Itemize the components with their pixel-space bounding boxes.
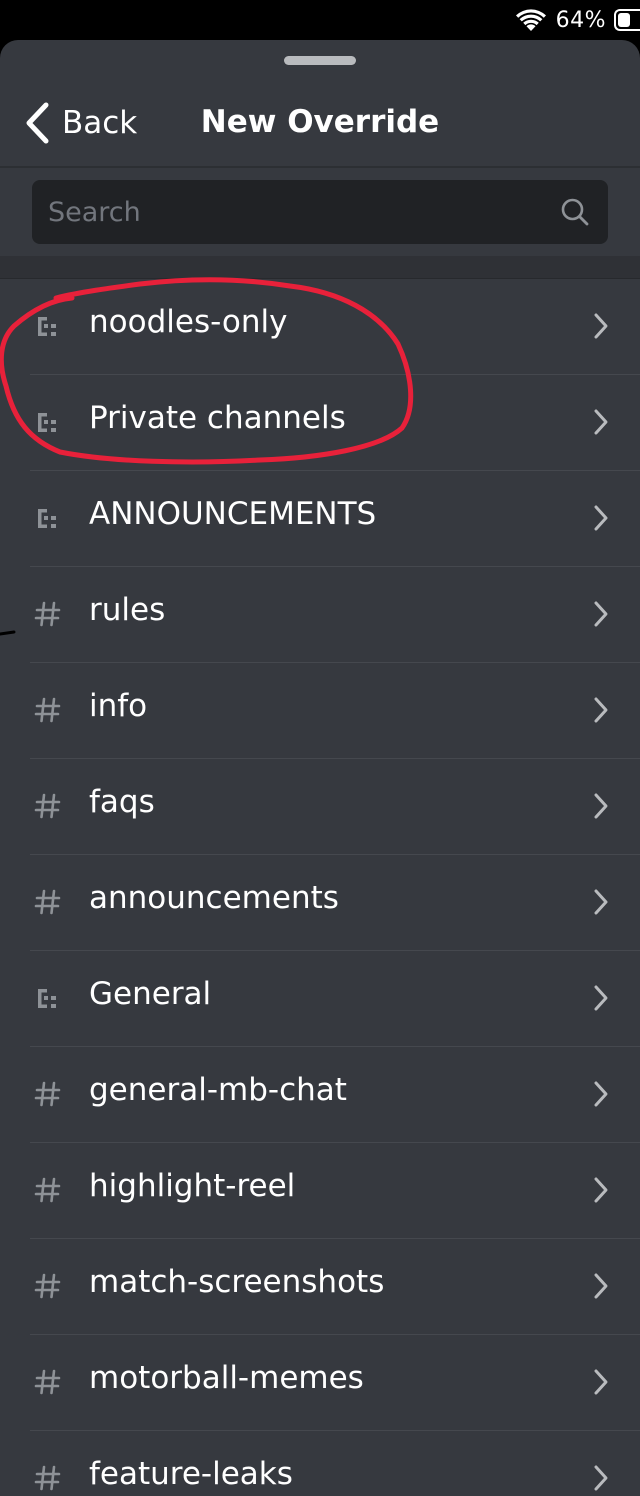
chevron-right-icon [594,1177,608,1203]
channel-row[interactable]: feature-leaks [0,1430,640,1496]
hash-icon [34,1177,61,1203]
chevron-right-icon [594,313,608,339]
chevron-right-icon [594,1465,608,1491]
row-label: noodles-only [89,304,288,340]
channel-row[interactable]: motorball-memes [0,1334,640,1431]
row-label: highlight-reel [89,1168,296,1204]
category-icon [38,317,56,336]
row-label: announcements [89,880,339,916]
chevron-right-icon [594,697,608,723]
page-title: New Override [200,104,440,140]
battery-percent: 64% [555,7,606,33]
chevron-right-icon [594,601,608,627]
hash-icon [34,697,61,723]
status-bar: 64% [0,0,640,40]
hash-icon [34,1273,61,1299]
channel-row[interactable]: highlight-reel [0,1142,640,1239]
channel-list: noodles-only Private channels ANNOUNCEMENT… [0,278,640,1496]
wifi-icon [515,9,546,31]
hash-icon [34,793,61,819]
hash-icon [34,601,61,627]
chevron-right-icon [594,1273,608,1299]
category-row[interactable]: General [0,950,640,1047]
row-label: faqs [89,784,155,820]
category-row[interactable]: Private channels [0,374,640,471]
channel-row[interactable]: info [0,662,640,759]
nav-bar: Back New Override [0,80,640,168]
hash-icon [34,1465,61,1491]
row-label: ANNOUNCEMENTS [89,496,377,532]
row-label: general-mb-chat [89,1072,347,1108]
row-label: info [89,688,148,724]
sheet-grabber[interactable] [284,56,356,65]
row-label: motorball-memes [89,1360,364,1396]
row-label: rules [89,592,166,628]
chevron-right-icon [594,1369,608,1395]
battery-icon [614,9,640,31]
channel-row[interactable]: faqs [0,758,640,855]
row-label: General [89,976,212,1012]
channel-row[interactable]: announcements [0,854,640,951]
list-header-divider [0,256,640,279]
category-icon [38,509,56,528]
channel-row[interactable]: general-mb-chat [0,1046,640,1143]
chevron-right-icon [594,889,608,915]
chevron-right-icon [594,1081,608,1107]
row-label: Private channels [89,400,346,436]
channel-row[interactable]: rules [0,566,640,663]
search-icon[interactable] [560,197,590,227]
channel-row[interactable]: match-screenshots [0,1238,640,1335]
hash-icon [34,1081,61,1107]
row-label: feature-leaks [89,1456,293,1492]
status-indicators: 64% [514,0,640,40]
search-bar[interactable] [32,180,608,244]
chevron-right-icon [594,793,608,819]
chevron-right-icon [594,505,608,531]
battery-fill [618,13,630,27]
search-input[interactable] [48,180,548,244]
new-override-sheet: Back New Override noodles-only Private ch… [0,40,640,1496]
category-icon [38,413,56,432]
chevron-right-icon [594,409,608,435]
category-row[interactable]: noodles-only [0,278,640,375]
hash-icon [34,1369,61,1395]
row-label: match-screenshots [89,1264,385,1300]
hash-icon [34,889,61,915]
category-icon [38,989,56,1008]
category-row[interactable]: ANNOUNCEMENTS [0,470,640,567]
chevron-right-icon [594,985,608,1011]
